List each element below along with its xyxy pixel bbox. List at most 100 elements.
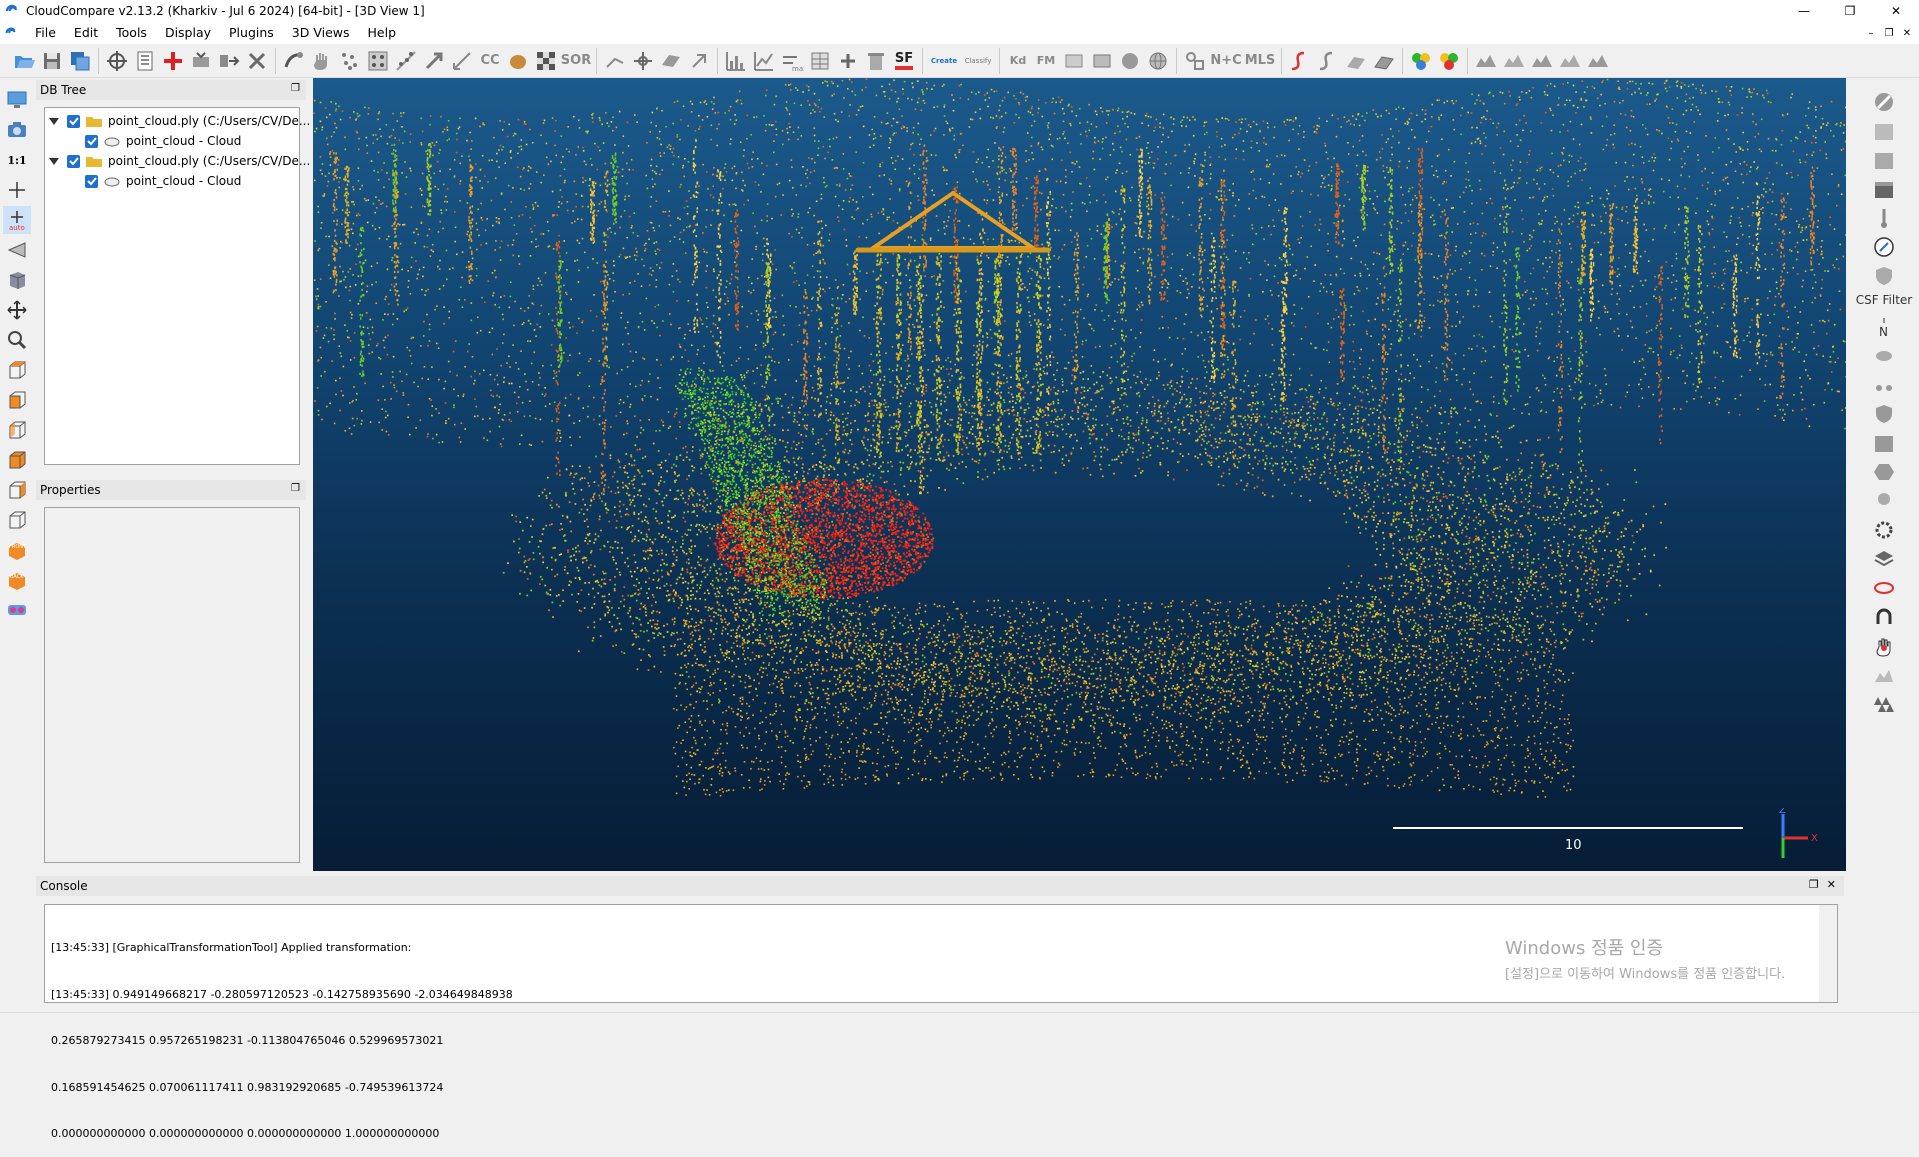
clapper-button[interactable]: [1869, 175, 1899, 203]
trees-button[interactable]: [1869, 690, 1899, 718]
segment-button[interactable]: [187, 47, 215, 75]
grid-sample-button[interactable]: [364, 47, 392, 75]
tree-item-cloud-2[interactable]: point_cloud - Cloud: [85, 171, 241, 191]
top-view-button[interactable]: [3, 356, 31, 384]
db-tree-panel[interactable]: point_cloud.ply (C:/Users/CV/De... point…: [44, 107, 300, 465]
no-entry-button[interactable]: [1869, 88, 1899, 116]
add-sf-button[interactable]: [834, 47, 862, 75]
canupo-create-button[interactable]: Create: [927, 47, 961, 75]
crosshair-button[interactable]: [629, 47, 657, 75]
camera-button[interactable]: [3, 116, 31, 144]
r3d-button[interactable]: [1869, 487, 1899, 515]
menu-tools[interactable]: Tools: [107, 22, 156, 44]
hexagon-button[interactable]: [1869, 458, 1899, 486]
ransac-button[interactable]: [1181, 47, 1209, 75]
save-button[interactable]: [38, 47, 66, 75]
cloud-gray2-button[interactable]: [1869, 146, 1899, 174]
terrain3-button[interactable]: [1528, 47, 1556, 75]
tree-item-cloud-1[interactable]: point_cloud - Cloud: [85, 131, 241, 151]
north-button[interactable]: N: [1869, 313, 1899, 341]
iso-front-button[interactable]: FRONT: [3, 536, 31, 564]
menu-plugins[interactable]: Plugins: [220, 22, 283, 44]
console-float-button[interactable]: ❐: [1809, 878, 1819, 891]
console-scrollbar[interactable]: [1819, 905, 1837, 1002]
remove-sf-button[interactable]: [862, 47, 890, 75]
csf-filter-button[interactable]: [1869, 262, 1899, 290]
subsample-button[interactable]: [336, 47, 364, 75]
mdi-close-button[interactable]: ✕: [1899, 25, 1915, 41]
pcv-button[interactable]: [1869, 429, 1899, 457]
menu-display[interactable]: Display: [156, 22, 220, 44]
filter-button[interactable]: [420, 47, 448, 75]
cloud-gray-button[interactable]: [1869, 117, 1899, 145]
shield2-button[interactable]: [1869, 400, 1899, 428]
sf-button[interactable]: SF: [890, 47, 918, 75]
3d-view-canvas[interactable]: 10 Z X: [313, 78, 1846, 871]
potato-button[interactable]: [504, 47, 532, 75]
s-curve-button[interactable]: [1286, 47, 1314, 75]
left-view-button[interactable]: [3, 416, 31, 444]
histogram-button[interactable]: [722, 47, 750, 75]
surface-button[interactable]: [1342, 47, 1370, 75]
terrain1-button[interactable]: [1472, 47, 1500, 75]
perspective-button[interactable]: [3, 236, 31, 264]
expand-arrow-icon[interactable]: [49, 158, 59, 165]
properties-float-button[interactable]: ❐: [291, 483, 300, 494]
checkbox-checked[interactable]: [85, 175, 98, 188]
align-button[interactable]: [215, 47, 243, 75]
mdi-restore-button[interactable]: ❐: [1881, 25, 1897, 41]
trace-button[interactable]: [601, 47, 629, 75]
compare-button[interactable]: [1060, 47, 1088, 75]
mls-button[interactable]: MLS: [1243, 47, 1277, 75]
expand-arrow-icon[interactable]: [49, 118, 59, 125]
db-tree-float-button[interactable]: ❐: [291, 83, 300, 94]
kd-button[interactable]: Kd: [1004, 47, 1032, 75]
menu-help[interactable]: Help: [359, 22, 406, 44]
pan-button[interactable]: [3, 296, 31, 324]
magnet-button[interactable]: [1869, 603, 1899, 631]
m3c2-button[interactable]: [1869, 371, 1899, 399]
zoom-1-1-button[interactable]: 1:1: [3, 146, 31, 174]
object-centered-button[interactable]: [3, 266, 31, 294]
checker-button[interactable]: [532, 47, 560, 75]
clone-button[interactable]: [66, 47, 94, 75]
front-view-button[interactable]: [3, 386, 31, 414]
scatter-button[interactable]: [392, 47, 420, 75]
layers-button[interactable]: [1869, 545, 1899, 573]
sample-button[interactable]: [280, 47, 308, 75]
max-button[interactable]: max: [778, 47, 806, 75]
menu-3d-views[interactable]: 3D Views: [283, 22, 359, 44]
canupo-classify-button[interactable]: Classify: [961, 47, 995, 75]
terrain2-button[interactable]: [1500, 47, 1528, 75]
checkbox-checked[interactable]: [67, 115, 80, 128]
terrain4-button[interactable]: [1556, 47, 1584, 75]
train-button[interactable]: [1407, 47, 1435, 75]
s-dots-button[interactable]: [1314, 47, 1342, 75]
pivot-button[interactable]: [3, 176, 31, 204]
open-button[interactable]: [10, 47, 38, 75]
gears-button[interactable]: [1869, 516, 1899, 544]
checkbox-checked[interactable]: [67, 155, 80, 168]
stereo-button[interactable]: [3, 596, 31, 624]
back-view-button[interactable]: [3, 446, 31, 474]
merge-button[interactable]: [159, 47, 187, 75]
terrain5-button[interactable]: [1584, 47, 1612, 75]
zoom-button[interactable]: [3, 326, 31, 354]
point-cloud-render[interactable]: [313, 78, 1846, 871]
globe-button[interactable]: [1144, 47, 1172, 75]
iso-back-button[interactable]: BACK: [3, 566, 31, 594]
tree-item-file-1[interactable]: point_cloud.ply (C:/Users/CV/De...: [49, 111, 310, 131]
normals-button[interactable]: [448, 47, 476, 75]
maximize-button[interactable]: ❐: [1827, 0, 1873, 22]
classify-button[interactable]: [1435, 47, 1463, 75]
sor-button[interactable]: SOR: [560, 47, 592, 75]
hand-button[interactable]: [308, 47, 336, 75]
mdi-minimize-button[interactable]: –: [1863, 25, 1879, 41]
nc-button[interactable]: N+C: [1209, 47, 1243, 75]
menu-file[interactable]: File: [26, 22, 65, 44]
compass-button[interactable]: [1869, 233, 1899, 261]
list-button[interactable]: [131, 47, 159, 75]
delete-button[interactable]: [243, 47, 271, 75]
full-screen-button[interactable]: [3, 86, 31, 114]
checkbox-checked[interactable]: [85, 135, 98, 148]
